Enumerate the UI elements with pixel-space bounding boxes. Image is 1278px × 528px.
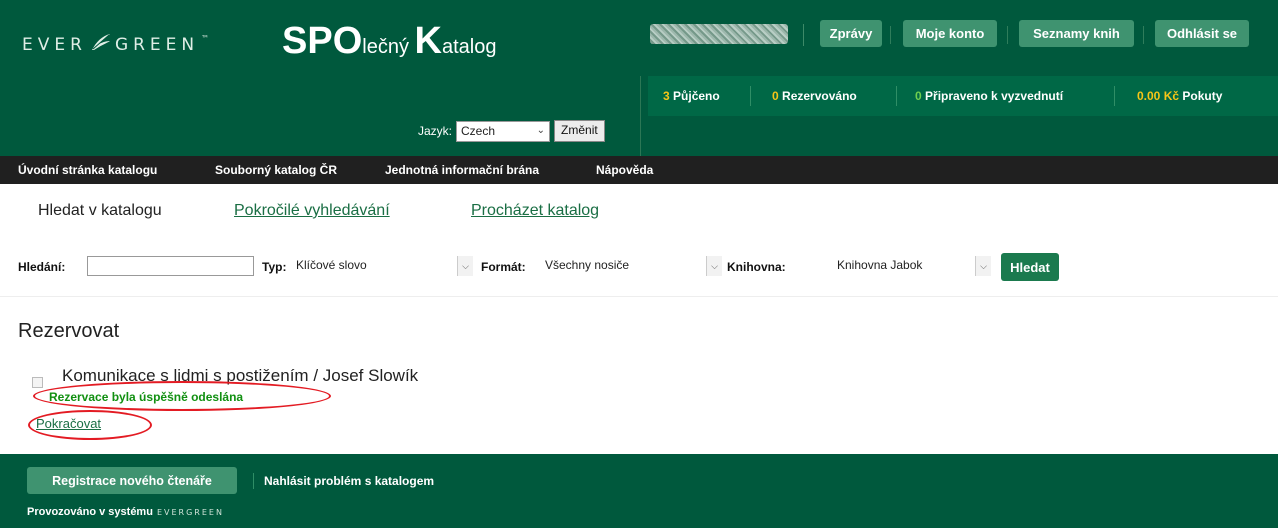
search-input[interactable]: [87, 256, 254, 276]
loans-count: 3: [663, 89, 670, 103]
status-fines[interactable]: 0.00 Kč Pokuty: [1137, 89, 1222, 103]
brand-spo: SPO: [282, 20, 363, 62]
type-select[interactable]: Klíčové slovo ⌵: [292, 256, 473, 276]
language-value: Czech: [461, 123, 496, 138]
status-loans[interactable]: 3 Půjčeno: [663, 89, 720, 103]
highlight-ellipse: [28, 410, 152, 440]
language-row: Jazyk: Czech ⌄ Změnit: [418, 120, 605, 142]
tab-search-catalog[interactable]: Hledat v katalogu: [38, 202, 162, 220]
messages-button[interactable]: Zprávy: [820, 20, 882, 47]
divider: [640, 76, 641, 156]
type-label: Typ:: [262, 260, 287, 274]
nav-item-union-catalog[interactable]: Souborný katalog ČR: [215, 163, 337, 177]
powered-by-label: Provozováno v systému: [27, 506, 153, 518]
brand-atalog: atalog: [441, 36, 497, 58]
chevron-down-icon: ⌵: [706, 256, 722, 276]
powered-by: Provozováno v systému EVERGREEN: [27, 506, 224, 518]
divider: [803, 24, 804, 46]
query-label: Hledání:: [18, 260, 66, 274]
nav-item-info-gateway[interactable]: Jednotná informační brána: [385, 163, 539, 177]
status-holds[interactable]: 0 Rezervováno: [772, 89, 857, 103]
highlight-ellipse: [33, 381, 331, 411]
divider: [253, 473, 254, 489]
book-lists-button[interactable]: Seznamy knih: [1019, 20, 1134, 47]
language-label: Jazyk:: [418, 124, 453, 138]
fines-label: Pokuty: [1182, 89, 1223, 103]
ready-count: 0: [915, 89, 922, 103]
chevron-down-icon: ⌵: [457, 256, 473, 276]
search-bar: Hledání: Typ: Klíčové slovo ⌵ Formát: Vš…: [0, 253, 1278, 283]
format-value: Všechny nosiče: [545, 258, 630, 272]
tab-advanced-search[interactable]: Pokročilé vyhledávání: [234, 202, 390, 220]
divider: [890, 26, 891, 44]
type-value: Klíčové slovo: [296, 258, 367, 272]
change-language-button[interactable]: Změnit: [554, 120, 605, 142]
loans-label: Půjčeno: [673, 89, 720, 103]
divider: [1007, 26, 1008, 44]
chevron-down-icon: ⌄: [536, 124, 546, 136]
evergreen-logo[interactable]: EVER GREEN ™: [22, 32, 209, 57]
chevron-down-icon: ⌵: [975, 256, 991, 276]
holds-label: Rezervováno: [782, 89, 857, 103]
search-button[interactable]: Hledat: [1001, 253, 1059, 281]
main-nav: Úvodní stránka katalogu Souborný katalog…: [0, 156, 1278, 184]
divider: [1143, 26, 1144, 44]
catalog-brand: SPOlečný Katalog: [282, 20, 496, 63]
logo-tm: ™: [201, 34, 210, 43]
library-value: Knihovna Jabok: [837, 258, 923, 272]
page-title: Rezervovat: [18, 320, 120, 342]
nav-item-help[interactable]: Nápověda: [596, 163, 653, 177]
format-select[interactable]: Všechny nosiče ⌵: [541, 256, 722, 276]
brand-k: K: [414, 20, 442, 62]
divider: [0, 296, 1278, 297]
my-account-button[interactable]: Moje konto: [903, 20, 997, 47]
fines-amount: 0.00 Kč: [1137, 89, 1180, 103]
ready-label: Připraveno k vyzvednutí: [925, 89, 1064, 103]
language-select[interactable]: Czech ⌄: [456, 120, 551, 142]
divider: [1114, 86, 1115, 106]
report-problem-link[interactable]: Nahlásit problém s katalogem: [264, 474, 434, 488]
nav-item-home[interactable]: Úvodní stránka katalogu: [18, 163, 157, 177]
divider: [750, 86, 751, 106]
logo-text-right: GREEN: [114, 34, 200, 55]
evergreen-mini-logo[interactable]: EVERGREEN: [157, 508, 224, 517]
logo-text-left: EVER: [22, 34, 87, 55]
library-select[interactable]: Knihovna Jabok ⌵: [833, 256, 991, 276]
tab-browse-catalog[interactable]: Procházet katalog: [471, 202, 599, 220]
status-ready[interactable]: 0 Připraveno k vyzvednutí: [915, 89, 1063, 103]
logout-button[interactable]: Odhlásit se: [1155, 20, 1249, 47]
library-label: Knihovna:: [727, 260, 786, 274]
brand-lecny: lečný: [362, 36, 415, 58]
holds-count: 0: [772, 89, 779, 103]
username-blurred: [650, 24, 788, 44]
leaf-icon: [90, 32, 112, 57]
divider: [896, 86, 897, 106]
register-reader-button[interactable]: Registrace nového čtenáře: [27, 467, 237, 494]
record-checkbox[interactable]: [32, 377, 43, 388]
format-label: Formát:: [481, 260, 526, 274]
